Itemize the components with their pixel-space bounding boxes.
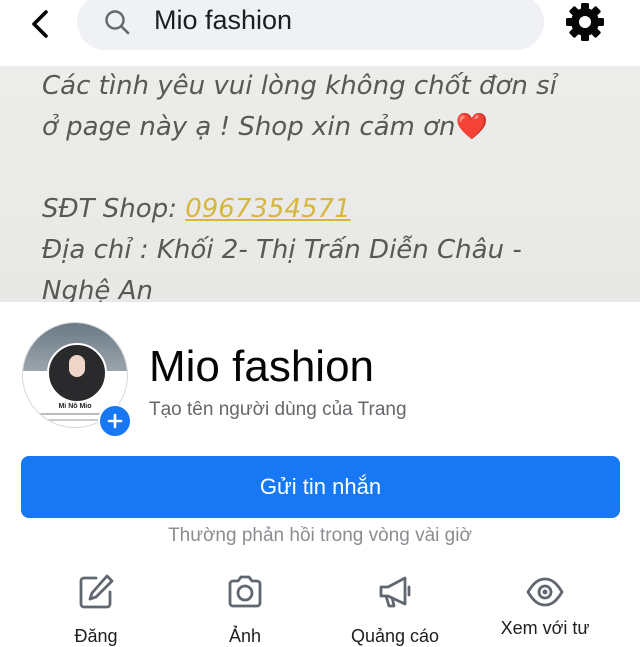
avatar-wrapper: Mi Nô Mio (22, 322, 132, 438)
back-button[interactable] (20, 4, 60, 44)
cover-line: Nghệ An (42, 276, 153, 302)
avatar-photo (47, 343, 107, 403)
create-username-link[interactable]: Tạo tên người dùng của Trang (149, 398, 407, 422)
cover-text: Các tình yêu vui lòng không chốt đơn sỉ … (42, 66, 557, 302)
cover-line (42, 148, 557, 189)
plus-icon (107, 413, 123, 429)
send-message-button[interactable]: Gửi tin nhắn (21, 456, 620, 518)
cover-line: Địa chỉ : Khối 2- Thị Trấn Diễn Châu - (42, 235, 522, 265)
cover-line: Các tình yêu vui lòng không chốt đơn sỉ (42, 71, 557, 101)
page-title: Mio fashion (149, 342, 375, 391)
action-label: Quảng cáo (350, 626, 440, 646)
search-query: Mio fashion (154, 5, 293, 35)
action-label: Đăng (74, 626, 118, 646)
response-time-text: Thường phản hồi trong vòng vài giờ (168, 525, 472, 546)
heart-icon: ❤️ (455, 112, 488, 142)
edit-icon (79, 574, 114, 609)
action-label: Xem với tư (500, 618, 590, 638)
cover-phone-label: SĐT Shop: (42, 194, 186, 224)
cover-line: SĐT Shop: 0967354571 (42, 189, 557, 230)
megaphone-icon (379, 576, 411, 608)
gear-icon (566, 3, 604, 41)
avatar-face (69, 355, 85, 377)
send-message-label: Gửi tin nhắn (259, 474, 382, 499)
camera-icon (228, 575, 262, 608)
action-post[interactable]: Đăng (21, 568, 171, 646)
eye-icon (526, 577, 564, 607)
phone-link[interactable]: 0967354571 (185, 194, 350, 224)
action-view-as[interactable]: Xem với tư (470, 568, 620, 640)
settings-button[interactable] (562, 0, 608, 44)
cover-photo[interactable]: Các tình yêu vui lòng không chốt đơn sỉ … (0, 66, 640, 302)
action-bar: Đăng Ảnh Quảng cáo Xem với tư (0, 568, 640, 646)
profile-section: Mi Nô Mio Mio fashion Tạo tên người dùng… (0, 302, 640, 646)
action-ads[interactable]: Quảng cáo (320, 568, 470, 646)
action-label: Ảnh (228, 626, 262, 646)
cover-line-text: ở page này ạ ! Shop xin cảm ơn (42, 112, 456, 142)
top-bar: Mio fashion (0, 0, 640, 66)
chevron-left-icon (32, 10, 48, 38)
add-photo-button[interactable] (98, 404, 132, 438)
search-input[interactable]: Mio fashion (77, 0, 544, 50)
cover-line: ở page này ạ ! Shop xin cảm ơn❤️ (42, 107, 557, 148)
search-icon (105, 10, 130, 35)
action-photo[interactable]: Ảnh (170, 568, 320, 646)
